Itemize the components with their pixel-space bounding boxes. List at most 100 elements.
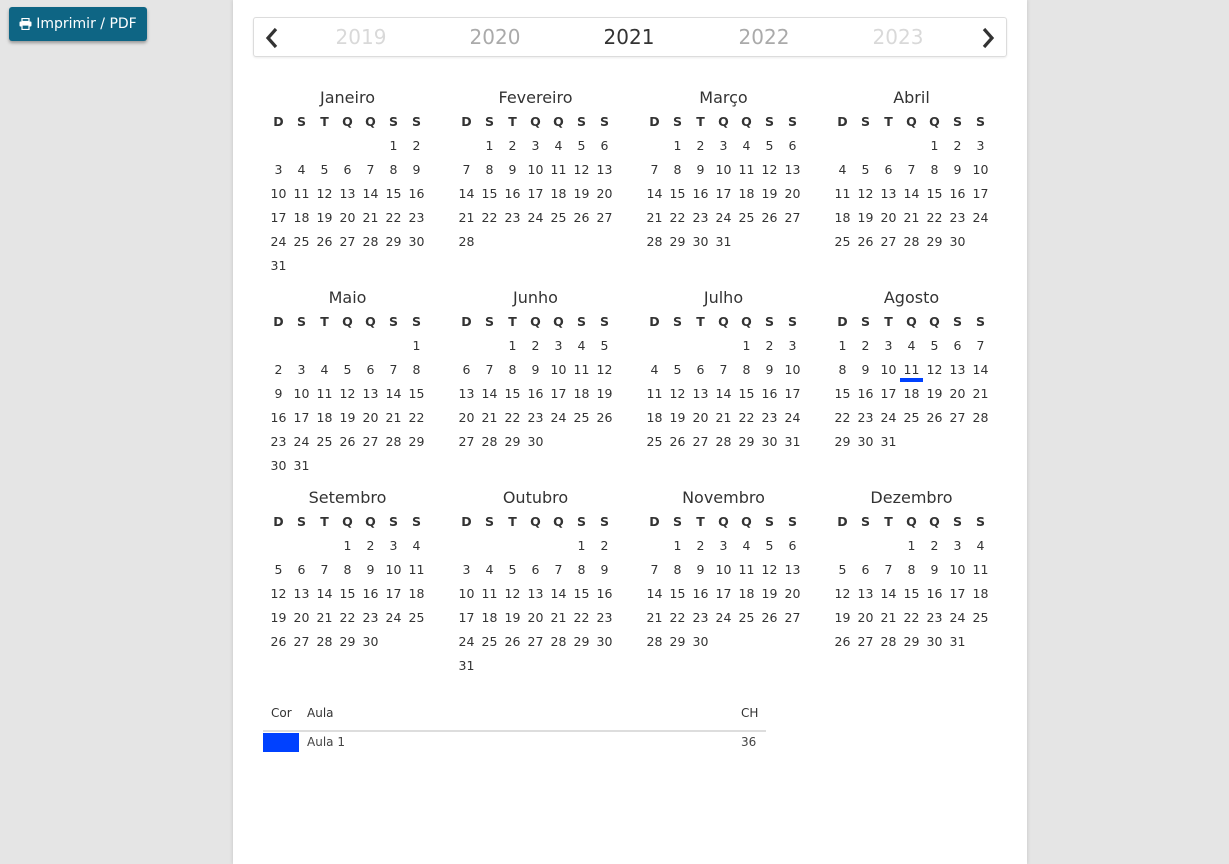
day-cell[interactable]: 24 bbox=[267, 230, 290, 254]
day-cell[interactable]: 16 bbox=[359, 582, 382, 606]
day-cell[interactable]: 25 bbox=[735, 606, 758, 630]
day-cell[interactable]: 4 bbox=[570, 334, 593, 358]
day-cell[interactable]: 23 bbox=[359, 606, 382, 630]
day-cell[interactable]: 22 bbox=[831, 406, 854, 430]
day-cell[interactable]: 8 bbox=[570, 558, 593, 582]
day-cell[interactable]: 17 bbox=[712, 182, 735, 206]
day-cell[interactable]: 28 bbox=[643, 230, 666, 254]
day-cell[interactable]: 8 bbox=[501, 358, 524, 382]
day-cell[interactable]: 29 bbox=[570, 630, 593, 654]
day-cell[interactable]: 19 bbox=[267, 606, 290, 630]
day-cell[interactable]: 11 bbox=[478, 582, 501, 606]
day-cell[interactable]: 26 bbox=[758, 606, 781, 630]
day-cell[interactable]: 17 bbox=[382, 582, 405, 606]
day-cell[interactable]: 17 bbox=[455, 606, 478, 630]
day-cell[interactable]: 24 bbox=[946, 606, 969, 630]
day-cell[interactable]: 5 bbox=[923, 334, 946, 358]
day-cell[interactable]: 10 bbox=[547, 358, 570, 382]
day-cell[interactable]: 12 bbox=[854, 182, 877, 206]
day-cell[interactable]: 12 bbox=[336, 382, 359, 406]
day-cell[interactable]: 27 bbox=[290, 630, 313, 654]
day-cell[interactable]: 2 bbox=[946, 134, 969, 158]
year-3[interactable]: 2022 bbox=[724, 25, 804, 49]
day-cell[interactable]: 25 bbox=[290, 230, 313, 254]
day-cell[interactable]: 11 bbox=[735, 158, 758, 182]
day-cell[interactable]: 11 bbox=[405, 558, 428, 582]
day-cell[interactable]: 22 bbox=[923, 206, 946, 230]
day-cell[interactable]: 8 bbox=[336, 558, 359, 582]
day-cell[interactable]: 3 bbox=[382, 534, 405, 558]
day-cell[interactable]: 13 bbox=[524, 582, 547, 606]
day-cell[interactable]: 14 bbox=[313, 582, 336, 606]
day-cell[interactable]: 12 bbox=[501, 582, 524, 606]
day-cell[interactable]: 9 bbox=[267, 382, 290, 406]
day-cell[interactable]: 1 bbox=[923, 134, 946, 158]
day-cell[interactable]: 20 bbox=[593, 182, 616, 206]
day-cell[interactable]: 17 bbox=[290, 406, 313, 430]
day-cell[interactable]: 9 bbox=[758, 358, 781, 382]
day-cell[interactable]: 9 bbox=[524, 358, 547, 382]
day-cell[interactable]: 20 bbox=[877, 206, 900, 230]
day-cell[interactable]: 4 bbox=[735, 134, 758, 158]
day-cell[interactable]: 3 bbox=[712, 134, 735, 158]
day-cell[interactable]: 5 bbox=[501, 558, 524, 582]
day-cell[interactable]: 1 bbox=[735, 334, 758, 358]
day-cell[interactable]: 15 bbox=[666, 182, 689, 206]
day-cell[interactable]: 25 bbox=[735, 206, 758, 230]
day-cell[interactable]: 30 bbox=[946, 230, 969, 254]
day-cell[interactable]: 28 bbox=[382, 430, 405, 454]
day-cell[interactable]: 1 bbox=[900, 534, 923, 558]
day-cell[interactable]: 22 bbox=[405, 406, 428, 430]
day-cell[interactable]: 6 bbox=[524, 558, 547, 582]
day-cell[interactable]: 12 bbox=[831, 582, 854, 606]
day-cell[interactable]: 5 bbox=[336, 358, 359, 382]
day-cell[interactable]: 29 bbox=[831, 430, 854, 454]
day-cell[interactable]: 14 bbox=[643, 582, 666, 606]
day-cell[interactable]: 30 bbox=[524, 430, 547, 454]
day-cell[interactable]: 13 bbox=[854, 582, 877, 606]
day-cell[interactable]: 23 bbox=[524, 406, 547, 430]
day-cell[interactable]: 27 bbox=[593, 206, 616, 230]
day-cell[interactable]: 19 bbox=[758, 582, 781, 606]
day-cell[interactable]: 12 bbox=[923, 358, 946, 382]
day-cell[interactable]: 28 bbox=[313, 630, 336, 654]
day-cell[interactable]: 10 bbox=[969, 158, 992, 182]
day-cell[interactable]: 2 bbox=[854, 334, 877, 358]
day-cell[interactable]: 7 bbox=[359, 158, 382, 182]
day-cell[interactable]: 9 bbox=[359, 558, 382, 582]
day-cell[interactable]: 25 bbox=[570, 406, 593, 430]
day-cell[interactable]: 16 bbox=[501, 182, 524, 206]
day-cell[interactable]: 23 bbox=[593, 606, 616, 630]
day-cell[interactable]: 15 bbox=[735, 382, 758, 406]
day-cell[interactable]: 25 bbox=[478, 630, 501, 654]
day-cell[interactable]: 21 bbox=[877, 606, 900, 630]
day-cell[interactable]: 13 bbox=[946, 358, 969, 382]
day-cell[interactable]: 21 bbox=[455, 206, 478, 230]
year-4[interactable]: 2023 bbox=[858, 25, 938, 49]
day-cell[interactable]: 3 bbox=[946, 534, 969, 558]
day-cell[interactable]: 26 bbox=[854, 230, 877, 254]
day-cell[interactable]: 8 bbox=[405, 358, 428, 382]
day-cell[interactable]: 24 bbox=[547, 406, 570, 430]
day-cell[interactable]: 6 bbox=[593, 134, 616, 158]
day-cell[interactable]: 26 bbox=[831, 630, 854, 654]
day-cell[interactable]: 22 bbox=[382, 206, 405, 230]
day-cell[interactable]: 31 bbox=[455, 654, 478, 678]
day-cell[interactable]: 29 bbox=[900, 630, 923, 654]
day-cell[interactable]: 28 bbox=[547, 630, 570, 654]
day-cell[interactable]: 7 bbox=[455, 158, 478, 182]
day-cell[interactable]: 14 bbox=[900, 182, 923, 206]
day-cell[interactable]: 7 bbox=[313, 558, 336, 582]
day-cell[interactable]: 18 bbox=[570, 382, 593, 406]
day-cell[interactable]: 20 bbox=[946, 382, 969, 406]
day-cell[interactable]: 27 bbox=[877, 230, 900, 254]
day-cell[interactable]: 6 bbox=[689, 358, 712, 382]
day-cell[interactable]: 10 bbox=[267, 182, 290, 206]
day-cell[interactable]: 31 bbox=[946, 630, 969, 654]
day-cell[interactable]: 22 bbox=[666, 606, 689, 630]
day-cell[interactable]: 26 bbox=[593, 406, 616, 430]
day-cell[interactable]: 6 bbox=[290, 558, 313, 582]
day-cell[interactable]: 22 bbox=[336, 606, 359, 630]
day-cell[interactable]: 19 bbox=[923, 382, 946, 406]
day-cell[interactable]: 16 bbox=[267, 406, 290, 430]
